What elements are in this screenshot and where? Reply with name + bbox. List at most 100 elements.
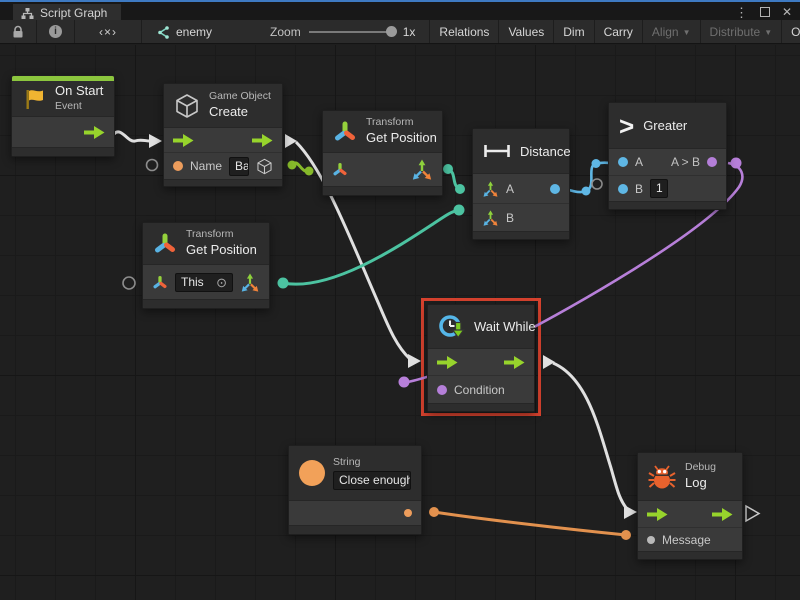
close-icon[interactable]: ✕ — [782, 6, 792, 18]
port-label: B — [635, 182, 643, 196]
node-footer — [473, 231, 569, 239]
node-footer — [428, 403, 534, 411]
string-value-field[interactable]: Close enough! — [333, 471, 411, 490]
distance-icon — [483, 143, 511, 159]
distribute-button: Distribute ▼ — [700, 20, 782, 43]
exec-output-port[interactable] — [712, 508, 733, 521]
position-output-port[interactable] — [411, 159, 433, 180]
string-icon — [299, 460, 325, 486]
transform-input-port[interactable] — [152, 275, 168, 290]
node-category: Transform — [186, 228, 257, 242]
object-picker-icon[interactable]: ⊙ — [216, 275, 227, 290]
zoom-slider[interactable] — [309, 31, 395, 33]
node-get-position-enemy[interactable]: Transform Get Position — [322, 110, 443, 196]
node-wait-while[interactable]: Wait While Condition — [427, 304, 535, 412]
lock-button[interactable] — [0, 20, 37, 43]
values-button[interactable]: Values — [498, 20, 553, 43]
node-get-position-this[interactable]: Transform Get Position This ⊙ — [142, 222, 270, 309]
condition-input-port[interactable] — [437, 385, 447, 395]
exec-input-port[interactable] — [437, 356, 458, 369]
node-title: Log — [685, 475, 716, 492]
script-graph-icon — [21, 7, 34, 20]
port-label: Condition — [454, 383, 505, 397]
transform-input-port[interactable] — [332, 162, 348, 177]
b-value-field[interactable]: 1 — [650, 179, 668, 198]
node-on-start[interactable]: On Start Event — [11, 75, 115, 157]
maximize-icon[interactable] — [760, 7, 770, 17]
lock-icon — [12, 25, 24, 39]
gameobject-output-port[interactable] — [256, 158, 273, 175]
node-title: Get Position — [186, 242, 257, 259]
overview-button[interactable]: Overview — [781, 20, 800, 43]
carry-button[interactable]: Carry — [594, 20, 642, 43]
graph-icon — [156, 25, 170, 39]
wait-while-icon — [438, 312, 467, 341]
chevron-down-icon: ▼ — [764, 28, 772, 37]
node-footer — [12, 147, 114, 156]
node-title: Get Position — [366, 130, 437, 147]
exec-output-port[interactable] — [252, 134, 273, 147]
window-menu-icon[interactable]: ⋮ — [735, 6, 748, 19]
relations-button[interactable]: Relations — [429, 20, 498, 43]
node-string[interactable]: String Close enough! — [288, 445, 422, 535]
node-footer — [143, 299, 269, 308]
node-footer — [289, 525, 421, 534]
dim-button[interactable]: Dim — [553, 20, 593, 43]
result-output-port[interactable] — [550, 184, 560, 194]
node-category: Debug — [685, 461, 716, 475]
zoom-value: 1x — [403, 25, 416, 39]
vector-b-input-port[interactable] — [482, 210, 499, 226]
flag-icon — [22, 87, 46, 111]
graph-toolbar: i ‹×› enemy Zoom 1x Relations Values Dim… — [0, 20, 800, 44]
target-field[interactable]: This ⊙ — [175, 273, 233, 292]
node-greater[interactable]: > Greater A A > B B 1 — [608, 102, 727, 210]
node-footer — [609, 201, 726, 209]
result-label: A > B — [671, 155, 700, 169]
node-distance[interactable]: Distance A B — [472, 128, 570, 240]
port-label: A — [506, 182, 514, 196]
align-button: Align ▼ — [642, 20, 700, 43]
result-output-port[interactable] — [707, 157, 717, 167]
node-title: On Start — [55, 83, 103, 100]
chevron-down-icon: ▼ — [683, 28, 691, 37]
zoom-slider-handle[interactable] — [386, 26, 397, 37]
node-category: Game Object — [209, 90, 271, 104]
info-icon: i — [49, 25, 62, 38]
node-create[interactable]: Game Object Create Name Ball — [163, 83, 283, 187]
graph-name: enemy — [176, 25, 212, 39]
name-input-port[interactable] — [173, 161, 183, 171]
node-title: Create — [209, 104, 271, 121]
port-label: Message — [662, 533, 711, 547]
node-title: Distance — [520, 144, 571, 159]
exec-output-port[interactable] — [504, 356, 525, 369]
node-category: Transform — [366, 116, 437, 130]
greater-icon: > — [619, 113, 634, 139]
code-icon: ‹×› — [85, 25, 131, 39]
zoom-control: Zoom 1x — [256, 20, 429, 43]
port-label: A — [635, 155, 643, 169]
graph-breadcrumb[interactable]: enemy — [142, 20, 226, 43]
code-view-button[interactable]: ‹×› — [75, 20, 142, 43]
a-input-port[interactable] — [618, 157, 628, 167]
transform-icon — [153, 232, 177, 255]
node-title: Wait While — [474, 319, 536, 334]
zoom-label: Zoom — [270, 25, 301, 39]
node-footer — [164, 179, 282, 186]
b-input-port[interactable] — [618, 184, 628, 194]
info-button[interactable]: i — [37, 20, 75, 43]
vector-a-input-port[interactable] — [482, 181, 499, 197]
node-log[interactable]: Debug Log Message — [637, 452, 743, 560]
unity-script-graph-window: { "window": { "tab_title": "Script Graph… — [0, 0, 800, 600]
node-footer — [323, 186, 442, 195]
bug-icon — [648, 464, 676, 490]
name-value-field[interactable]: Ball — [229, 157, 249, 176]
cube-icon — [174, 93, 200, 119]
position-output-port[interactable] — [240, 273, 260, 292]
message-input-port[interactable] — [647, 536, 655, 544]
transform-icon — [333, 120, 357, 143]
exec-input-port[interactable] — [173, 134, 194, 147]
node-title: Greater — [643, 118, 687, 133]
exec-input-port[interactable] — [647, 508, 668, 521]
string-output-port[interactable] — [404, 509, 412, 517]
exec-output-port[interactable] — [84, 126, 105, 139]
